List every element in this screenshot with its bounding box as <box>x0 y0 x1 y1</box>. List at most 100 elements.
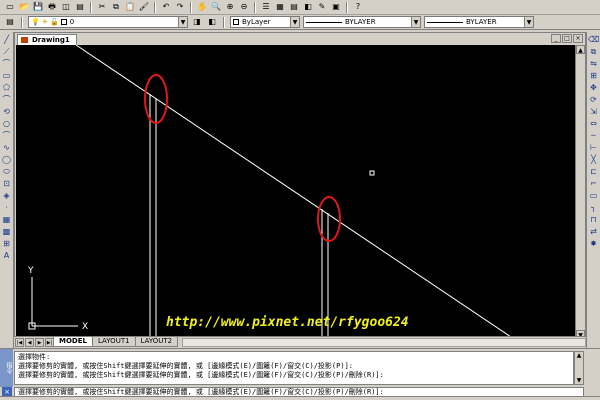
construction-line-icon[interactable]: ⟋ <box>1 46 12 57</box>
scroll-up-icon[interactable]: ▲ <box>576 45 585 54</box>
layout-tabs-bar: |◀ ◀ ▶ ▶| MODEL LAYOUT1 LAYOUT2 <box>14 336 586 347</box>
horizontal-scrollbar[interactable] <box>182 337 586 347</box>
model-space-canvas[interactable]: Y X <box>16 45 576 339</box>
pan-icon[interactable]: ✋ <box>196 1 208 13</box>
copy-object-icon[interactable]: ⧉ <box>588 46 599 57</box>
erase-icon[interactable]: ⌫ <box>588 34 599 45</box>
point-icon[interactable]: · <box>1 202 12 213</box>
paste-icon[interactable]: 📋 <box>124 1 136 13</box>
tab-layout2[interactable]: LAYOUT2 <box>134 337 179 347</box>
hatch-icon[interactable]: ▦ <box>1 214 12 225</box>
explode-icon[interactable]: ✸ <box>588 238 599 249</box>
spline-icon[interactable]: ∿ <box>1 142 12 153</box>
markup-icon[interactable]: ✎ <box>316 1 328 13</box>
insert-block-icon[interactable]: ⊡ <box>1 178 12 189</box>
offset-icon[interactable]: ⊞ <box>588 70 599 81</box>
ellipse-arc-icon[interactable]: ⬭ <box>1 166 12 177</box>
layer-previous-icon[interactable]: ◧ <box>206 16 218 28</box>
lineweight-dropdown[interactable]: BYLAYER ▼ <box>424 16 534 28</box>
make-block-icon[interactable]: ◈ <box>1 190 12 201</box>
tab-model[interactable]: MODEL <box>53 337 93 347</box>
chevron-down-icon[interactable]: ▼ <box>178 17 187 27</box>
vertical-scrollbar[interactable]: ▲ ▼ <box>575 45 585 339</box>
fillet-icon[interactable]: ▭ <box>588 190 599 201</box>
scroll-up-icon[interactable]: ▲ <box>575 352 583 359</box>
maximize-icon[interactable]: □ <box>562 34 572 43</box>
make-object-layer-current-icon[interactable]: ◨ <box>191 16 203 28</box>
zoom-previous-icon[interactable]: ⊖ <box>238 1 250 13</box>
ellipse-icon[interactable]: ◯ <box>1 154 12 165</box>
layer-dropdown[interactable]: 💡 ☀ 🔓 0 ▼ <box>28 16 188 28</box>
chevron-down-icon[interactable]: ▼ <box>524 17 533 27</box>
modify-toolbar: ⌫ ⧉ ⇋ ⊞ ✥ ⟳ ⇲ ⇔ ╌ ⊢ ╳ ⊏ ⌐ ▭ ╮ ⊓ ⇄ ✸ <box>586 32 600 352</box>
arc-3pt-icon[interactable]: ⌒ <box>1 130 12 141</box>
lengthen-icon[interactable]: ⇄ <box>588 226 599 237</box>
tool-palettes-icon[interactable]: ▤ <box>288 1 300 13</box>
join-icon[interactable]: ⊏ <box>588 166 599 177</box>
rectangle-icon[interactable]: ▭ <box>1 70 12 81</box>
open-icon[interactable]: 📂 <box>18 1 30 13</box>
sheet-set-icon[interactable]: ◧ <box>302 1 314 13</box>
line-icon[interactable]: ╱ <box>1 34 12 45</box>
cut-icon[interactable]: ✂ <box>96 1 108 13</box>
trim-icon[interactable]: ╌ <box>588 130 599 141</box>
gradient-icon[interactable]: ▩ <box>1 226 12 237</box>
polyline-icon[interactable]: ⌒ <box>1 58 12 69</box>
draw-toolbar: ╱ ⟋ ⌒ ▭ ⬠ ⌒ ⟲ ○ ⌒ ∿ ◯ ⬭ ⊡ ◈ · ▦ ▩ ⊞ A <box>0 32 14 352</box>
align-icon[interactable]: ⊓ <box>588 214 599 225</box>
rotate-icon[interactable]: ⟳ <box>588 94 599 105</box>
first-tab-icon[interactable]: |◀ <box>15 337 24 347</box>
zoom-window-icon[interactable]: ⊕ <box>224 1 236 13</box>
toolbar-separator <box>154 1 156 13</box>
next-tab-icon[interactable]: ▶ <box>35 337 44 347</box>
minimize-icon[interactable]: _ <box>551 34 561 43</box>
redo-icon[interactable]: ↷ <box>174 1 186 13</box>
match-properties-icon[interactable]: 🖌 <box>138 1 150 13</box>
chamfer-icon[interactable]: ⌐ <box>588 178 599 189</box>
command-history: 選擇物件: 選擇要修剪的實體, 或按住Shift鍵選擇要延伸的實體, 或 [邊緣… <box>14 351 574 385</box>
layer-manager-icon[interactable]: ▤ <box>4 16 16 28</box>
chevron-down-icon[interactable]: ▼ <box>290 17 299 27</box>
linetype-dropdown[interactable]: BYLAYER ▼ <box>303 16 421 28</box>
undo-icon[interactable]: ↶ <box>160 1 172 13</box>
move-icon[interactable]: ✥ <box>588 82 599 93</box>
color-dropdown[interactable]: ByLayer ▼ <box>230 16 300 28</box>
copy-icon[interactable]: ⧉ <box>110 1 122 13</box>
command-window-grip[interactable]: 指令 <box>0 349 13 387</box>
polygon-icon[interactable]: ⬠ <box>1 82 12 93</box>
scroll-down-icon[interactable]: ▼ <box>575 377 583 384</box>
extend-icon[interactable]: ⊢ <box>588 142 599 153</box>
print-icon[interactable]: 🖶 <box>46 1 58 13</box>
command-scrollbar[interactable]: ▲ ▼ <box>574 351 584 385</box>
scale-icon[interactable]: ⇲ <box>588 106 599 117</box>
new-icon[interactable]: ▭ <box>4 1 16 13</box>
save-icon[interactable]: 💾 <box>32 1 44 13</box>
diagonal-line[interactable] <box>75 45 515 339</box>
publish-icon[interactable]: ▤ <box>74 1 86 13</box>
chevron-down-icon[interactable]: ▼ <box>411 17 420 27</box>
calculator-icon[interactable]: ▣ <box>330 1 342 13</box>
ucs-x-label: X <box>82 322 88 332</box>
design-center-icon[interactable]: ▦ <box>274 1 286 13</box>
prev-tab-icon[interactable]: ◀ <box>25 337 34 347</box>
lineweight-value: BYLAYER <box>466 18 497 26</box>
mirror-icon[interactable]: ⇋ <box>588 58 599 69</box>
close-icon[interactable]: × <box>573 34 583 43</box>
stretch-icon[interactable]: ⇔ <box>588 118 599 129</box>
lightbulb-icon: 💡 <box>31 18 40 26</box>
plot-preview-icon[interactable]: ◫ <box>60 1 72 13</box>
break-icon[interactable]: ╳ <box>588 154 599 165</box>
zoom-realtime-icon[interactable]: 🔍 <box>210 1 222 13</box>
array-icon[interactable]: ╮ <box>588 202 599 213</box>
help-icon[interactable]: ? <box>352 1 364 13</box>
revision-cloud-icon[interactable]: ⟲ <box>1 106 12 117</box>
circle-icon[interactable]: ○ <box>1 118 12 129</box>
properties-icon[interactable]: ☰ <box>260 1 272 13</box>
tab-drawing1[interactable]: Drawing1 <box>17 34 77 45</box>
table-icon[interactable]: ⊞ <box>1 238 12 249</box>
tab-layout1[interactable]: LAYOUT1 <box>91 337 136 347</box>
lock-icon: 🔓 <box>50 18 59 26</box>
arc-icon[interactable]: ⌒ <box>1 94 12 105</box>
sun-icon: ☀ <box>41 18 48 26</box>
text-icon[interactable]: A <box>1 250 12 261</box>
